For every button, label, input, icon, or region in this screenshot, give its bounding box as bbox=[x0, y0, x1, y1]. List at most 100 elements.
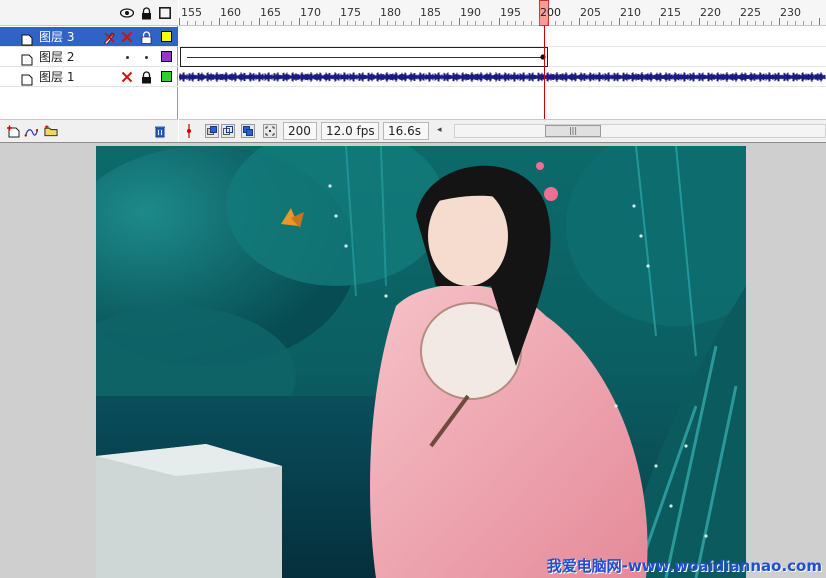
ruler-tick bbox=[579, 18, 580, 25]
tween-span[interactable] bbox=[180, 47, 548, 67]
keyframe-icon[interactable] bbox=[539, 53, 547, 61]
ruler-tick bbox=[587, 21, 588, 25]
ruler-label: 225 bbox=[740, 6, 761, 19]
current-frame-field[interactable]: 200 bbox=[283, 122, 317, 140]
frames-area[interactable]: 155 160 165 170 175 180 185 190 195 200 … bbox=[179, 0, 826, 142]
ruler-tick bbox=[419, 18, 420, 25]
ruler-tick bbox=[603, 21, 604, 25]
layer-page-icon bbox=[21, 31, 33, 46]
layer-color-swatch[interactable] bbox=[161, 51, 172, 62]
ruler-tick bbox=[379, 18, 380, 25]
ruler-tick bbox=[723, 21, 724, 25]
ruler-tick bbox=[251, 21, 252, 25]
ruler-tick bbox=[635, 21, 636, 25]
add-motion-guide-icon[interactable] bbox=[24, 124, 38, 138]
scroll-left-arrow-icon[interactable]: ◂ bbox=[437, 125, 442, 135]
show-hide-all-eye-icon[interactable] bbox=[120, 6, 134, 20]
ruler-tick bbox=[515, 21, 516, 25]
ruler-tick bbox=[323, 21, 324, 25]
ruler-tick bbox=[619, 18, 620, 25]
onion-outline-icon[interactable] bbox=[221, 124, 235, 138]
frame-row-layer-1[interactable] bbox=[179, 67, 826, 87]
ruler-tick bbox=[595, 21, 596, 25]
delete-layer-icon[interactable] bbox=[153, 124, 167, 138]
layer-color-swatch[interactable] bbox=[161, 31, 172, 42]
ruler-tick bbox=[243, 21, 244, 25]
frame-row-empty bbox=[179, 87, 826, 107]
ruler-tick bbox=[731, 21, 732, 25]
ruler-tick bbox=[467, 21, 468, 25]
ruler-tick bbox=[563, 21, 564, 25]
edit-multiple-frames-icon[interactable] bbox=[241, 124, 255, 138]
ruler-tick bbox=[475, 21, 476, 25]
stage-photo[interactable] bbox=[96, 146, 746, 578]
onion-skin-icon[interactable] bbox=[205, 124, 219, 138]
frame-rate-field[interactable]: 12.0 fps bbox=[321, 122, 379, 140]
ruler-label: 155 bbox=[181, 6, 202, 19]
lock-all-icon[interactable] bbox=[139, 6, 153, 20]
stage-area: 我爱电脑网-www.woaidiannao.com bbox=[0, 143, 826, 578]
layer-row-2[interactable]: 图层 2 bbox=[0, 47, 178, 67]
insert-layer-icon[interactable] bbox=[6, 124, 20, 138]
ruler-tick bbox=[691, 21, 692, 25]
ruler-tick bbox=[275, 21, 276, 25]
visible-dot-icon[interactable] bbox=[120, 50, 134, 64]
layer-name[interactable]: 图层 3 bbox=[39, 30, 74, 44]
layers-footer bbox=[0, 119, 178, 142]
layer-name[interactable]: 图层 2 bbox=[39, 50, 74, 64]
ruler-tick bbox=[611, 21, 612, 25]
onion-markers-icon[interactable] bbox=[263, 124, 277, 138]
pencil-x-icon[interactable] bbox=[102, 30, 116, 44]
ruler-tick bbox=[811, 21, 812, 25]
ruler-tick bbox=[235, 21, 236, 25]
ruler-label: 185 bbox=[420, 6, 441, 19]
ruler-label: 210 bbox=[620, 6, 641, 19]
layer-row-1[interactable]: 图层 1 bbox=[0, 67, 178, 87]
ruler-tick bbox=[699, 18, 700, 25]
layers-column: 图层 3 图层 2 图层 1 bbox=[0, 0, 178, 142]
ruler-tick bbox=[523, 21, 524, 25]
hidden-x-icon[interactable] bbox=[120, 70, 134, 84]
timeline-scrollbar[interactable]: ||| bbox=[454, 124, 826, 138]
watermark: 我爱电脑网-www.woaidiannao.com bbox=[546, 557, 822, 575]
layer-row-3[interactable]: 图层 3 bbox=[0, 27, 178, 47]
ruler-label: 205 bbox=[580, 6, 601, 19]
ruler-tick bbox=[387, 21, 388, 25]
insert-folder-icon[interactable] bbox=[44, 124, 58, 138]
elapsed-time-field: 16.6s bbox=[383, 122, 429, 140]
center-marker-icon bbox=[187, 124, 191, 138]
ruler-tick bbox=[347, 21, 348, 25]
ruler-tick bbox=[755, 21, 756, 25]
ruler-label: 160 bbox=[220, 6, 241, 19]
ruler-tick bbox=[459, 18, 460, 25]
ruler-tick bbox=[483, 21, 484, 25]
ruler-tick bbox=[427, 21, 428, 25]
frame-ruler[interactable]: 155 160 165 170 175 180 185 190 195 200 … bbox=[179, 0, 826, 26]
ruler-tick bbox=[355, 21, 356, 25]
frame-row-layer-3[interactable] bbox=[179, 27, 826, 47]
ruler-tick bbox=[371, 21, 372, 25]
layer-name[interactable]: 图层 1 bbox=[39, 70, 74, 84]
ruler-tick bbox=[795, 21, 796, 25]
ruler-tick bbox=[179, 18, 180, 25]
frame-row-layer-2[interactable] bbox=[179, 47, 826, 67]
ruler-tick bbox=[203, 21, 204, 25]
layer-color-swatch[interactable] bbox=[161, 71, 172, 82]
layer-lock-icon[interactable] bbox=[139, 30, 153, 44]
timeline-panel: 图层 3 图层 2 图层 1 155 160 165 170 175 180 1… bbox=[0, 0, 826, 143]
hidden-x-icon[interactable] bbox=[120, 30, 134, 44]
unlocked-dot-icon[interactable] bbox=[139, 50, 153, 64]
ruler-tick bbox=[403, 21, 404, 25]
timeline-status-bar: 200 12.0 fps 16.6s ◂ ||| bbox=[179, 119, 826, 142]
ruler-tick bbox=[627, 21, 628, 25]
ruler-tick bbox=[187, 21, 188, 25]
ruler-tick bbox=[739, 18, 740, 25]
ruler-tick bbox=[259, 18, 260, 25]
layer-lock-icon[interactable] bbox=[139, 70, 153, 84]
ruler-tick bbox=[667, 21, 668, 25]
scroll-thumb[interactable]: ||| bbox=[545, 125, 601, 137]
ruler-tick bbox=[787, 21, 788, 25]
outline-all-icon[interactable] bbox=[158, 6, 172, 20]
audio-waveform bbox=[179, 72, 826, 82]
ruler-tick bbox=[435, 21, 436, 25]
